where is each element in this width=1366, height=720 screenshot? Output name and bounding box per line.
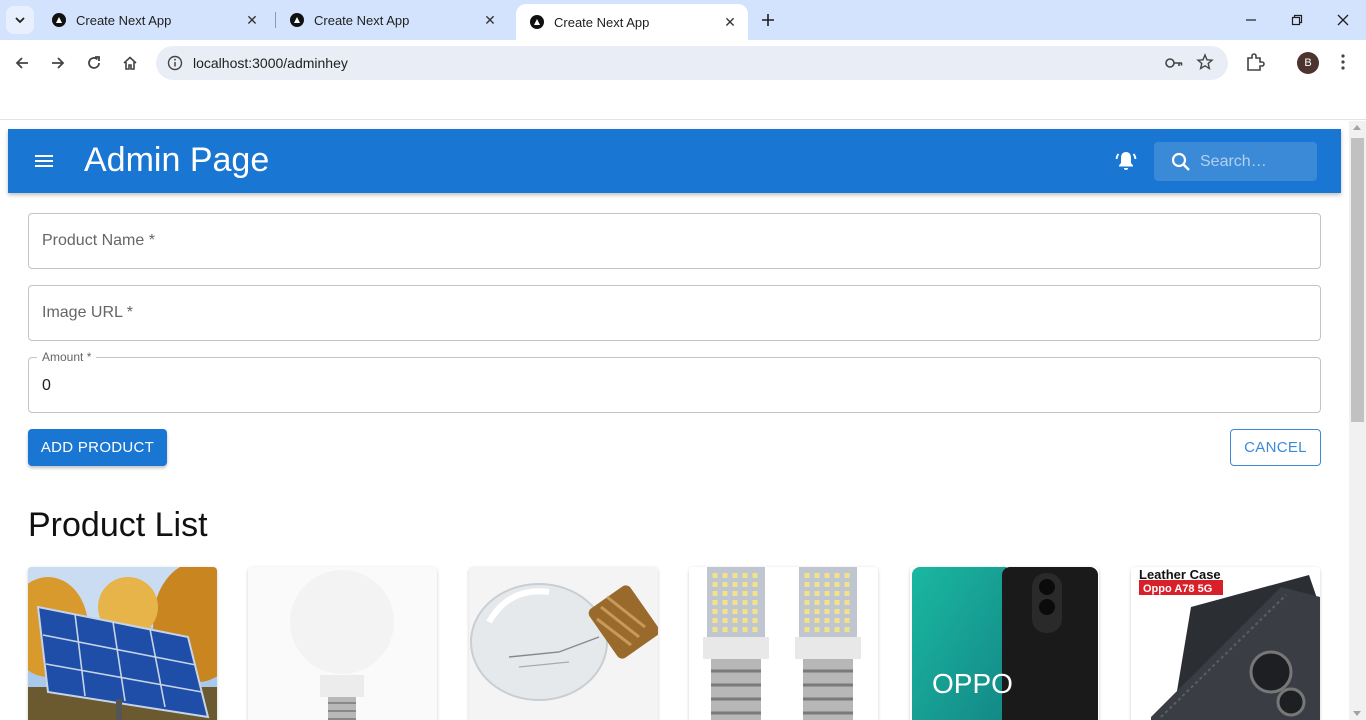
cancel-button[interactable]: CANCEL — [1230, 429, 1321, 466]
url-text: localhost:3000/adminhey — [193, 55, 348, 71]
new-tab-button[interactable] — [756, 8, 780, 32]
led-corn-bulbs-image — [689, 567, 878, 720]
close-icon[interactable]: ✕ — [242, 10, 262, 30]
more-vertical-icon — [1341, 54, 1345, 70]
case-title-text: Leather Case — [1139, 567, 1221, 582]
page-title: Admin Page — [84, 141, 270, 179]
product-card[interactable] — [689, 567, 878, 720]
scrollbar-thumb[interactable] — [1351, 138, 1364, 422]
profile-initial: B — [1304, 57, 1312, 69]
browser-tab-1[interactable]: Create Next App ✕ — [38, 0, 270, 40]
amount-value: 0 — [42, 377, 51, 394]
restore-icon — [1291, 14, 1303, 26]
close-icon — [1337, 14, 1349, 26]
browser-menu-button[interactable] — [1333, 50, 1353, 74]
minimize-icon — [1246, 19, 1256, 21]
image-url-field[interactable]: Image URL * — [28, 285, 1321, 341]
close-window-button[interactable] — [1320, 0, 1366, 40]
leather-case-image: Leather Case Oppo A78 5G — [1131, 567, 1320, 720]
tab-title: Create Next App — [314, 12, 410, 28]
oppo-phone-image: OPPO — [910, 567, 1099, 720]
product-name-field[interactable]: Product Name * — [28, 213, 1321, 269]
site-info-icon[interactable] — [166, 54, 184, 72]
tab-search-button[interactable] — [6, 6, 34, 34]
notifications-active-icon[interactable] — [1114, 149, 1138, 173]
profile-avatar[interactable]: B — [1297, 52, 1319, 74]
extensions-puzzle-icon[interactable] — [1243, 50, 1267, 74]
forward-button[interactable] — [43, 48, 73, 78]
browser-tab-2[interactable]: Create Next App ✕ — [276, 0, 508, 40]
app-bar: Admin Page — [8, 129, 1341, 193]
plus-icon — [762, 14, 774, 26]
close-icon[interactable]: ✕ — [480, 10, 500, 30]
search-icon — [1171, 152, 1190, 171]
search-box[interactable] — [1154, 142, 1317, 181]
tab-title: Create Next App — [554, 14, 650, 30]
back-button[interactable] — [7, 48, 37, 78]
case-model-text: Oppo A78 5G — [1143, 583, 1212, 595]
browser-tab-bar: Create Next App ✕ Create Next App ✕ Crea… — [0, 0, 1366, 40]
bookmark-star-icon[interactable] — [1196, 53, 1214, 71]
page-content: Admin Page Product Name * Image URL * Am… — [0, 121, 1349, 720]
home-icon — [123, 56, 137, 70]
scroll-down-arrow-icon[interactable] — [1353, 711, 1361, 716]
tab-title: Create Next App — [76, 12, 172, 28]
close-icon[interactable]: ✕ — [720, 12, 740, 32]
product-card[interactable]: Leather Case Oppo A78 5G — [1131, 567, 1320, 720]
nextjs-favicon-icon — [530, 15, 544, 29]
product-card[interactable] — [248, 567, 437, 720]
search-input[interactable] — [1200, 150, 1310, 174]
product-card[interactable] — [469, 567, 658, 720]
amount-field[interactable]: Amount * 0 — [28, 350, 1321, 413]
led-bulb-image — [248, 567, 437, 720]
amount-label: Amount * — [37, 350, 97, 364]
page-top-area — [0, 86, 1366, 120]
reload-button[interactable] — [79, 48, 109, 78]
reload-icon — [88, 56, 100, 69]
address-bar[interactable]: localhost:3000/adminhey — [156, 46, 1228, 80]
browser-toolbar: localhost:3000/adminhey B — [0, 40, 1366, 86]
solar-panel-image — [28, 567, 217, 720]
oppo-logo-text: OPPO — [932, 668, 1013, 699]
scroll-up-arrow-icon[interactable] — [1353, 125, 1361, 130]
add-product-button[interactable]: ADD PRODUCT — [28, 429, 167, 466]
password-key-icon[interactable] — [1164, 54, 1184, 72]
arrow-left-icon — [15, 57, 28, 69]
browser-tab-3-active[interactable]: Create Next App ✕ — [516, 4, 748, 40]
minimize-button[interactable] — [1228, 0, 1274, 40]
chevron-down-icon — [15, 17, 25, 24]
arrow-right-icon — [52, 57, 65, 69]
product-card[interactable] — [28, 567, 217, 720]
nextjs-favicon-icon — [52, 13, 66, 27]
incandescent-bulb-image — [469, 567, 658, 720]
menu-icon[interactable] — [32, 149, 56, 173]
product-list-heading: Product List — [28, 506, 208, 544]
product-card[interactable]: OPPO — [910, 567, 1099, 720]
product-name-label: Product Name * — [42, 232, 155, 249]
page-scrollbar[interactable] — [1349, 121, 1366, 720]
home-button[interactable] — [115, 48, 145, 78]
nextjs-favicon-icon — [290, 13, 304, 27]
restore-button[interactable] — [1274, 0, 1320, 40]
image-url-label: Image URL * — [42, 304, 133, 321]
